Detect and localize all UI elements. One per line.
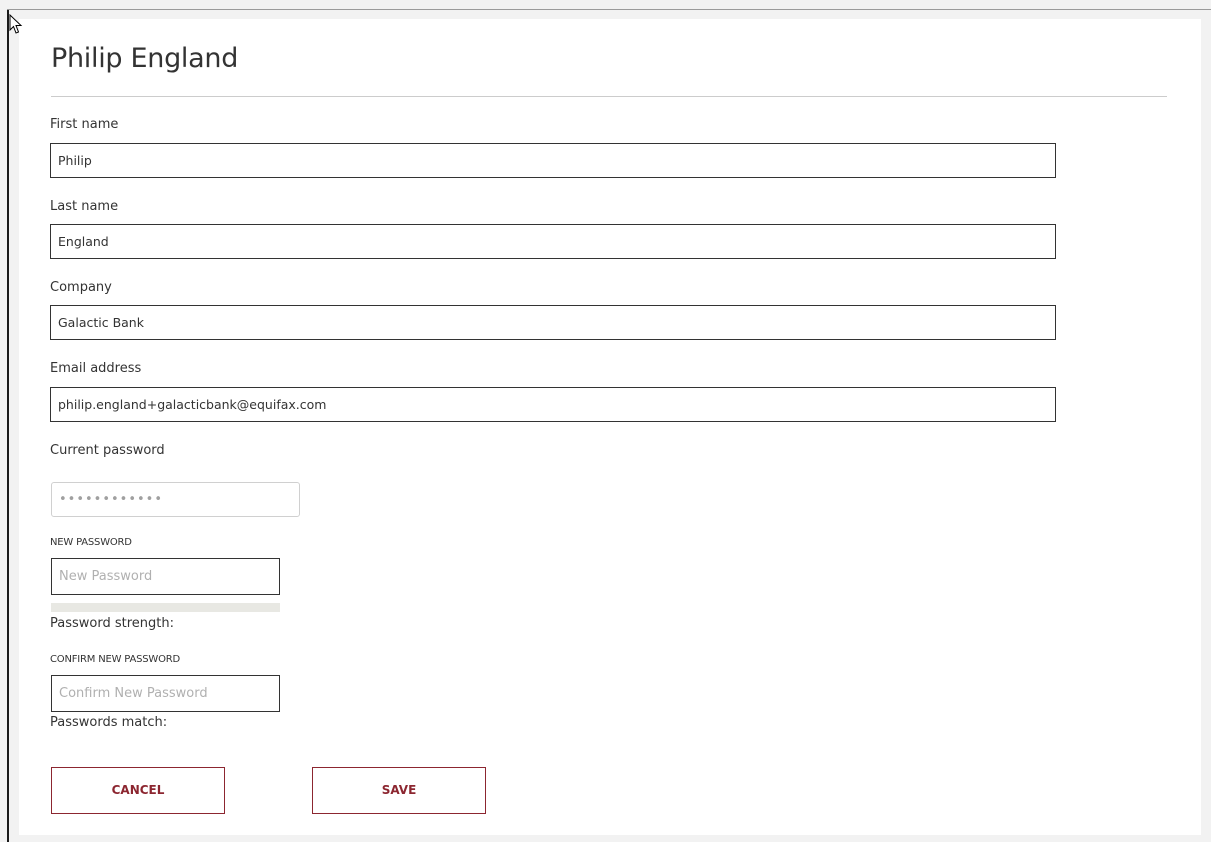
save-button[interactable]: SAVE	[312, 767, 486, 814]
confirm-password-field[interactable]	[51, 675, 280, 712]
cancel-button[interactable]: CANCEL	[51, 767, 225, 814]
email-label: Email address	[50, 361, 142, 376]
first-name-label: First name	[50, 117, 119, 132]
current-password-label: Current password	[50, 443, 165, 458]
current-password-field[interactable]	[51, 482, 300, 517]
window-left-border	[7, 9, 9, 842]
first-name-field[interactable]	[50, 143, 1056, 178]
passwords-match-label: Passwords match:	[50, 715, 168, 730]
new-password-field[interactable]	[51, 558, 280, 595]
email-field[interactable]	[50, 387, 1056, 422]
password-strength-bar	[51, 603, 280, 612]
window-top-border	[7, 9, 1211, 10]
password-strength-label: Password strength:	[50, 616, 174, 631]
title-divider	[51, 96, 1167, 97]
window-frame: Philip England First name Last name Comp…	[0, 0, 1211, 842]
page-title: Philip England	[51, 43, 239, 74]
new-password-label: NEW PASSWORD	[50, 537, 132, 548]
confirm-password-label: CONFIRM NEW PASSWORD	[50, 654, 180, 665]
arrow-cursor-icon	[9, 14, 23, 34]
last-name-label: Last name	[50, 199, 119, 214]
company-label: Company	[50, 280, 112, 295]
company-field[interactable]	[50, 305, 1056, 340]
last-name-field[interactable]	[50, 224, 1056, 259]
profile-form-panel: Philip England First name Last name Comp…	[19, 19, 1201, 835]
